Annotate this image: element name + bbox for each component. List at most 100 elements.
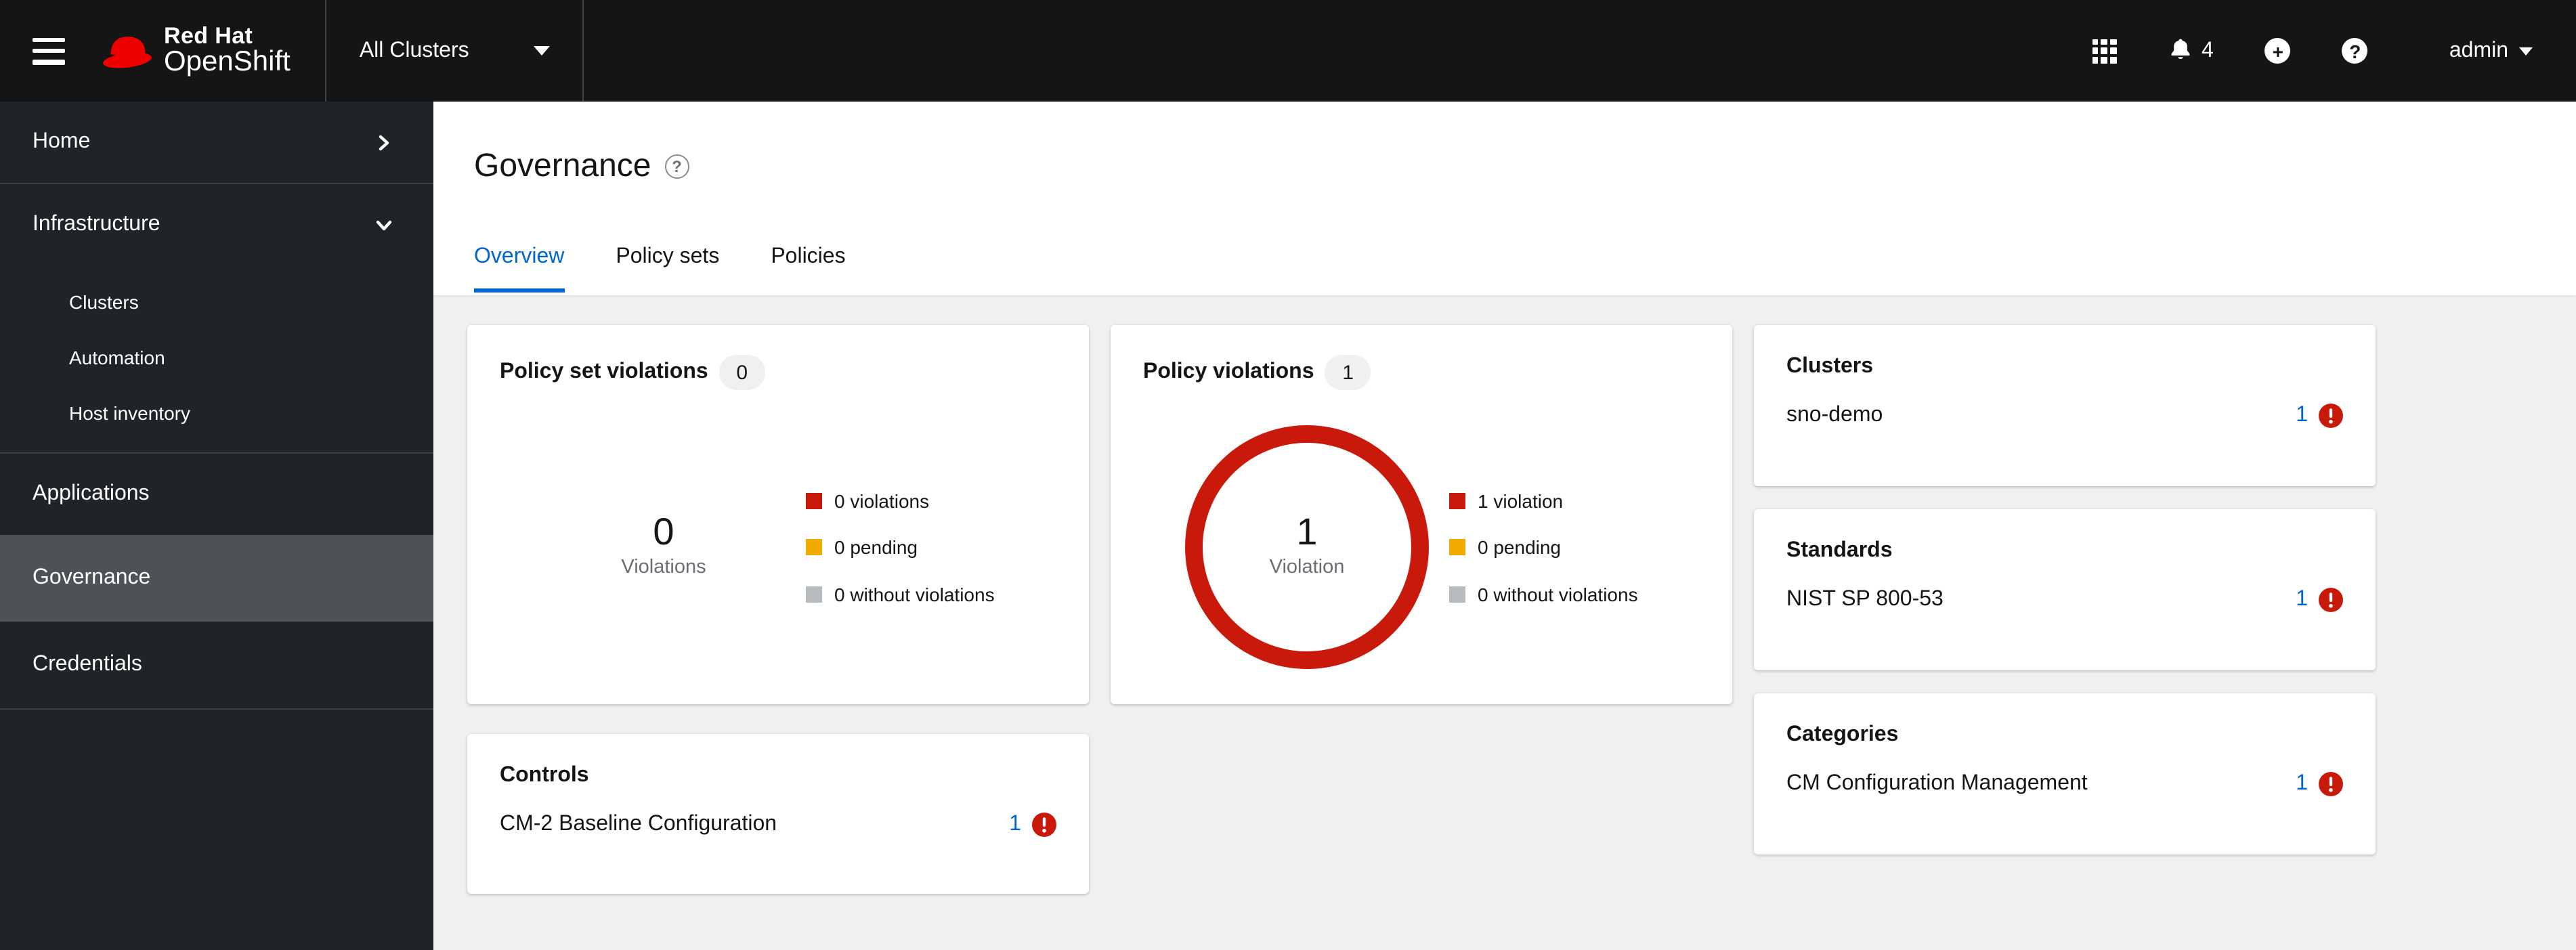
card-title: Policy set violations	[500, 360, 708, 383]
sidebar-item-label: Credentials	[33, 653, 142, 676]
user-name: admin	[2449, 39, 2508, 62]
exclamation-circle-icon	[2319, 772, 2343, 796]
category-name: CM Configuration Management	[1786, 772, 2088, 795]
standards-summary-card: Standards NIST SP 800-53 1	[1754, 509, 2376, 670]
legend-swatch-danger	[1449, 492, 1465, 509]
legend-item-pending: 0 pending	[1449, 536, 1638, 559]
card-title: Controls	[500, 764, 589, 787]
legend-swatch-danger	[806, 492, 822, 509]
tab-policy-sets[interactable]: Policy sets	[616, 245, 719, 293]
policy-violations-card: Policy violations 1 1 Violation 1 violat…	[1111, 325, 1732, 704]
tab-bar: Overview Policy sets Policies	[474, 245, 846, 293]
clusters-summary-card: Clusters sno-demo 1	[1754, 325, 2376, 486]
legend-label: 0 pending	[834, 536, 918, 558]
legend-label: 1 violation	[1478, 490, 1564, 511]
nav-divider	[0, 708, 433, 710]
tab-overview[interactable]: Overview	[474, 245, 565, 293]
count-badge: 0	[718, 355, 765, 390]
table-row: NIST SP 800-53 1	[1754, 588, 2376, 612]
violation-count-link[interactable]: 1	[2296, 588, 2343, 612]
donut-value: 0	[653, 510, 674, 553]
cluster-name: sno-demo	[1786, 404, 1883, 427]
page-title: Governance	[474, 148, 651, 184]
sidebar-item-label: Host inventory	[69, 402, 190, 423]
donut-value: 1	[1296, 510, 1318, 553]
legend-swatch-warning	[806, 539, 822, 555]
brand-text: Red Hat OpenShift	[164, 22, 291, 78]
main-content: Governance ? Overview Policy sets Polici…	[433, 102, 2576, 950]
table-row: CM Configuration Management 1	[1754, 772, 2376, 796]
sidebar-item-clusters[interactable]: Clusters	[0, 274, 433, 329]
chevron-down-icon	[376, 219, 392, 230]
violation-count: 1	[2296, 588, 2308, 611]
card-title: Categories	[1786, 723, 1899, 746]
caret-down-icon	[2519, 47, 2533, 55]
categories-summary-card: Categories CM Configuration Management 1	[1754, 693, 2376, 855]
legend-item-pending: 0 pending	[806, 536, 995, 559]
brand-line1: Red Hat	[164, 22, 253, 49]
masthead: Red Hat OpenShift All Clusters 4 + ? adm…	[0, 0, 2576, 102]
grid-column-3: Clusters sno-demo 1 Standards NIST SP 80…	[1754, 325, 2376, 855]
chevron-right-icon	[379, 134, 389, 150]
sidebar-item-governance[interactable]: Governance	[0, 535, 433, 622]
sidebar-item-label: Applications	[33, 482, 150, 505]
legend-swatch-neutral	[1449, 586, 1465, 602]
nav-toggle-hamburger-icon[interactable]	[33, 37, 65, 64]
caret-down-icon	[534, 46, 551, 56]
legend-label: 0 violations	[834, 490, 930, 511]
sidebar-item-applications[interactable]: Applications	[0, 454, 433, 535]
card-title: Policy violations	[1143, 360, 1314, 383]
sidebar-item-label: Governance	[33, 566, 151, 589]
legend-label: 0 without violations	[834, 583, 995, 605]
sidebar-nav: Home Infrastructure Clusters Automation …	[0, 102, 433, 950]
legend-label: 0 without violations	[1478, 583, 1638, 605]
cluster-selector-dropdown[interactable]: All Clusters	[325, 0, 584, 102]
donut-value-label: Violations	[621, 557, 706, 579]
violation-count: 1	[1009, 813, 1021, 836]
masthead-toolbar: 4 + ? admin	[2092, 38, 2533, 64]
card-title: Standards	[1786, 539, 1893, 562]
violation-count-link[interactable]: 1	[1009, 813, 1056, 837]
legend-item-violations: 1 violation	[1449, 489, 1638, 512]
donut-legend: 0 violations 0 pending 0 without violati…	[806, 489, 995, 605]
legend-item-without-violations: 0 without violations	[806, 582, 995, 605]
policy-set-violations-card: Policy set violations 0 0 Violations 0 v…	[467, 325, 1089, 704]
sidebar-item-infrastructure[interactable]: Infrastructure	[0, 184, 433, 265]
bell-icon	[2170, 39, 2189, 60]
page-header: Governance ? Overview Policy sets Polici…	[433, 102, 2576, 295]
sidebar-item-label: Home	[33, 130, 91, 153]
exclamation-circle-icon	[1032, 813, 1056, 837]
tab-policies[interactable]: Policies	[771, 245, 845, 293]
violation-count: 1	[2296, 772, 2308, 795]
sidebar-item-label: Infrastructure	[33, 213, 160, 236]
acm-console: Red Hat OpenShift All Clusters 4 + ? adm…	[0, 0, 2576, 950]
donut-center-label: 0 Violations	[467, 420, 860, 670]
controls-card: Controls CM-2 Baseline Configuration 1	[467, 734, 1089, 894]
exclamation-circle-icon	[2319, 588, 2343, 612]
sidebar-item-credentials[interactable]: Credentials	[0, 622, 433, 708]
grid-column-2: Policy violations 1 1 Violation 1 violat…	[1111, 325, 1732, 704]
count-badge: 1	[1325, 355, 1371, 390]
help-icon[interactable]: ?	[664, 154, 689, 179]
violation-count-link[interactable]: 1	[2296, 404, 2343, 428]
sidebar-item-home[interactable]: Home	[0, 102, 433, 183]
brand-line2: OpenShift	[164, 46, 291, 78]
card-title: Clusters	[1786, 355, 1874, 378]
donut-legend: 1 violation 0 pending 0 without violatio…	[1449, 489, 1638, 605]
redhat-fedora-icon	[103, 37, 152, 68]
grid-icon	[2092, 39, 2117, 63]
notifications-count: 4	[2202, 39, 2214, 62]
help-menu-button[interactable]: ?	[2342, 38, 2368, 64]
brand-logo[interactable]: Red Hat OpenShift	[102, 22, 291, 78]
exclamation-circle-icon	[2319, 404, 2343, 428]
add-resource-button[interactable]: +	[2264, 38, 2291, 64]
sidebar-item-host-inventory[interactable]: Host inventory	[0, 385, 433, 440]
user-menu-dropdown[interactable]: admin	[2449, 39, 2533, 63]
app-launcher-button[interactable]	[2092, 39, 2117, 63]
sidebar-item-automation[interactable]: Automation	[0, 329, 433, 385]
violation-count-link[interactable]: 1	[2296, 772, 2343, 796]
notifications-button[interactable]: 4	[2168, 38, 2214, 64]
legend-item-violations: 0 violations	[806, 489, 995, 512]
legend-swatch-neutral	[806, 586, 822, 602]
donut-value-label: Violation	[1269, 557, 1345, 579]
